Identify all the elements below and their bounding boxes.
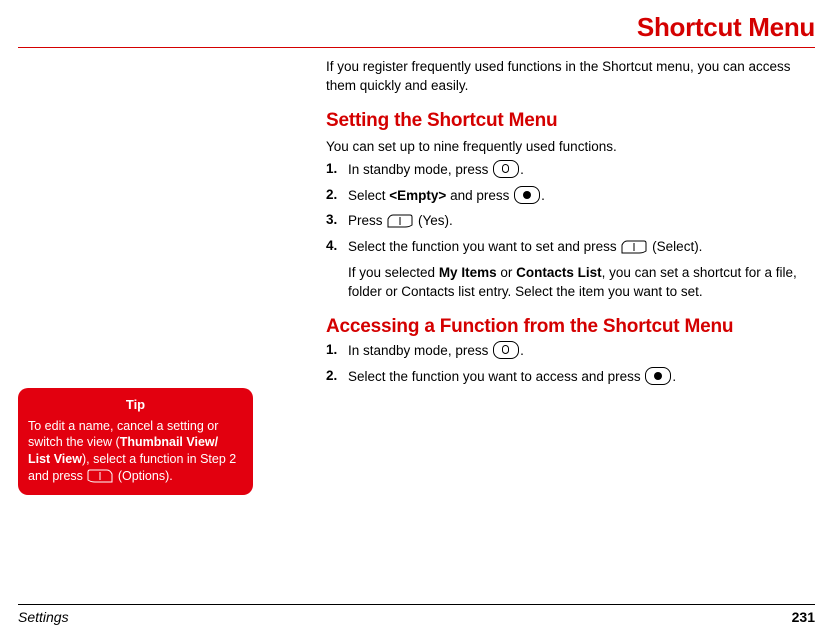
step-body: Select the function you want to access a… xyxy=(348,368,815,387)
section-heading-accessing: Accessing a Function from the Shortcut M… xyxy=(326,316,815,338)
step-text: (Select). xyxy=(648,239,702,254)
step-body: In standby mode, press . xyxy=(348,161,815,180)
step-body: Select <Empty> and press . xyxy=(348,187,815,206)
footer-section-name: Settings xyxy=(18,609,69,625)
softkey-right-icon xyxy=(87,469,113,483)
list-item: 2. Select the function you want to acces… xyxy=(326,368,815,387)
step-text: and press xyxy=(446,188,513,203)
list-item: 1. In standby mode, press . xyxy=(326,342,815,361)
step-note: If you selected My Items or Contacts Lis… xyxy=(348,264,815,302)
steps-list-setting: 1. In standby mode, press . 2. Select <E… xyxy=(326,161,815,258)
step-text: (Yes). xyxy=(414,213,453,228)
softkey-left-icon xyxy=(387,214,413,228)
nav-key-icon xyxy=(493,160,519,178)
step-text: . xyxy=(520,343,524,358)
step-number: 1. xyxy=(326,342,348,357)
step-text: Press xyxy=(348,213,386,228)
step-body: In standby mode, press . xyxy=(348,342,815,361)
main-column: If you register frequently used function… xyxy=(318,58,815,394)
step-number: 2. xyxy=(326,187,348,202)
tip-box: Tip To edit a name, cancel a setting or … xyxy=(18,388,253,495)
tip-body: To edit a name, cancel a setting or swit… xyxy=(28,418,243,486)
intro-paragraph: If you register frequently used function… xyxy=(326,58,815,96)
step-bold: <Empty> xyxy=(389,188,446,203)
note-text: or xyxy=(497,265,517,280)
section-subtext: You can set up to nine frequently used f… xyxy=(326,138,815,157)
step-text: Select the function you want to access a… xyxy=(348,369,644,384)
step-text: . xyxy=(672,369,676,384)
list-item: 1. In standby mode, press . xyxy=(326,161,815,180)
tip-text: (Options). xyxy=(114,469,172,483)
list-item: 3. Press (Yes). xyxy=(326,212,815,231)
section-heading-setting: Setting the Shortcut Menu xyxy=(326,110,815,132)
step-body: Select the function you want to set and … xyxy=(348,238,815,257)
page-footer: Settings 231 xyxy=(18,604,815,625)
list-item: 4. Select the function you want to set a… xyxy=(326,238,815,257)
nav-key-icon xyxy=(493,341,519,359)
note-bold: Contacts List xyxy=(516,265,602,280)
step-text: . xyxy=(541,188,545,203)
step-text: . xyxy=(520,162,524,177)
step-number: 2. xyxy=(326,368,348,383)
tip-heading: Tip xyxy=(28,396,243,414)
step-number: 3. xyxy=(326,212,348,227)
step-text: Select the function you want to set and … xyxy=(348,239,620,254)
step-text: In standby mode, press xyxy=(348,343,492,358)
step-body: Press (Yes). xyxy=(348,212,815,231)
steps-list-accessing: 1. In standby mode, press . 2. Select th… xyxy=(326,342,815,387)
step-number: 4. xyxy=(326,238,348,253)
sidebar-column: Tip To edit a name, cancel a setting or … xyxy=(18,58,318,495)
page-title: Shortcut Menu xyxy=(18,12,815,48)
center-key-icon xyxy=(645,367,671,385)
step-text: In standby mode, press xyxy=(348,162,492,177)
center-key-icon xyxy=(514,186,540,204)
footer-page-number: 231 xyxy=(792,609,815,625)
softkey-left-icon xyxy=(621,240,647,254)
note-bold: My Items xyxy=(439,265,497,280)
list-item: 2. Select <Empty> and press . xyxy=(326,187,815,206)
step-text: Select xyxy=(348,188,389,203)
note-text: If you selected xyxy=(348,265,439,280)
step-number: 1. xyxy=(326,161,348,176)
